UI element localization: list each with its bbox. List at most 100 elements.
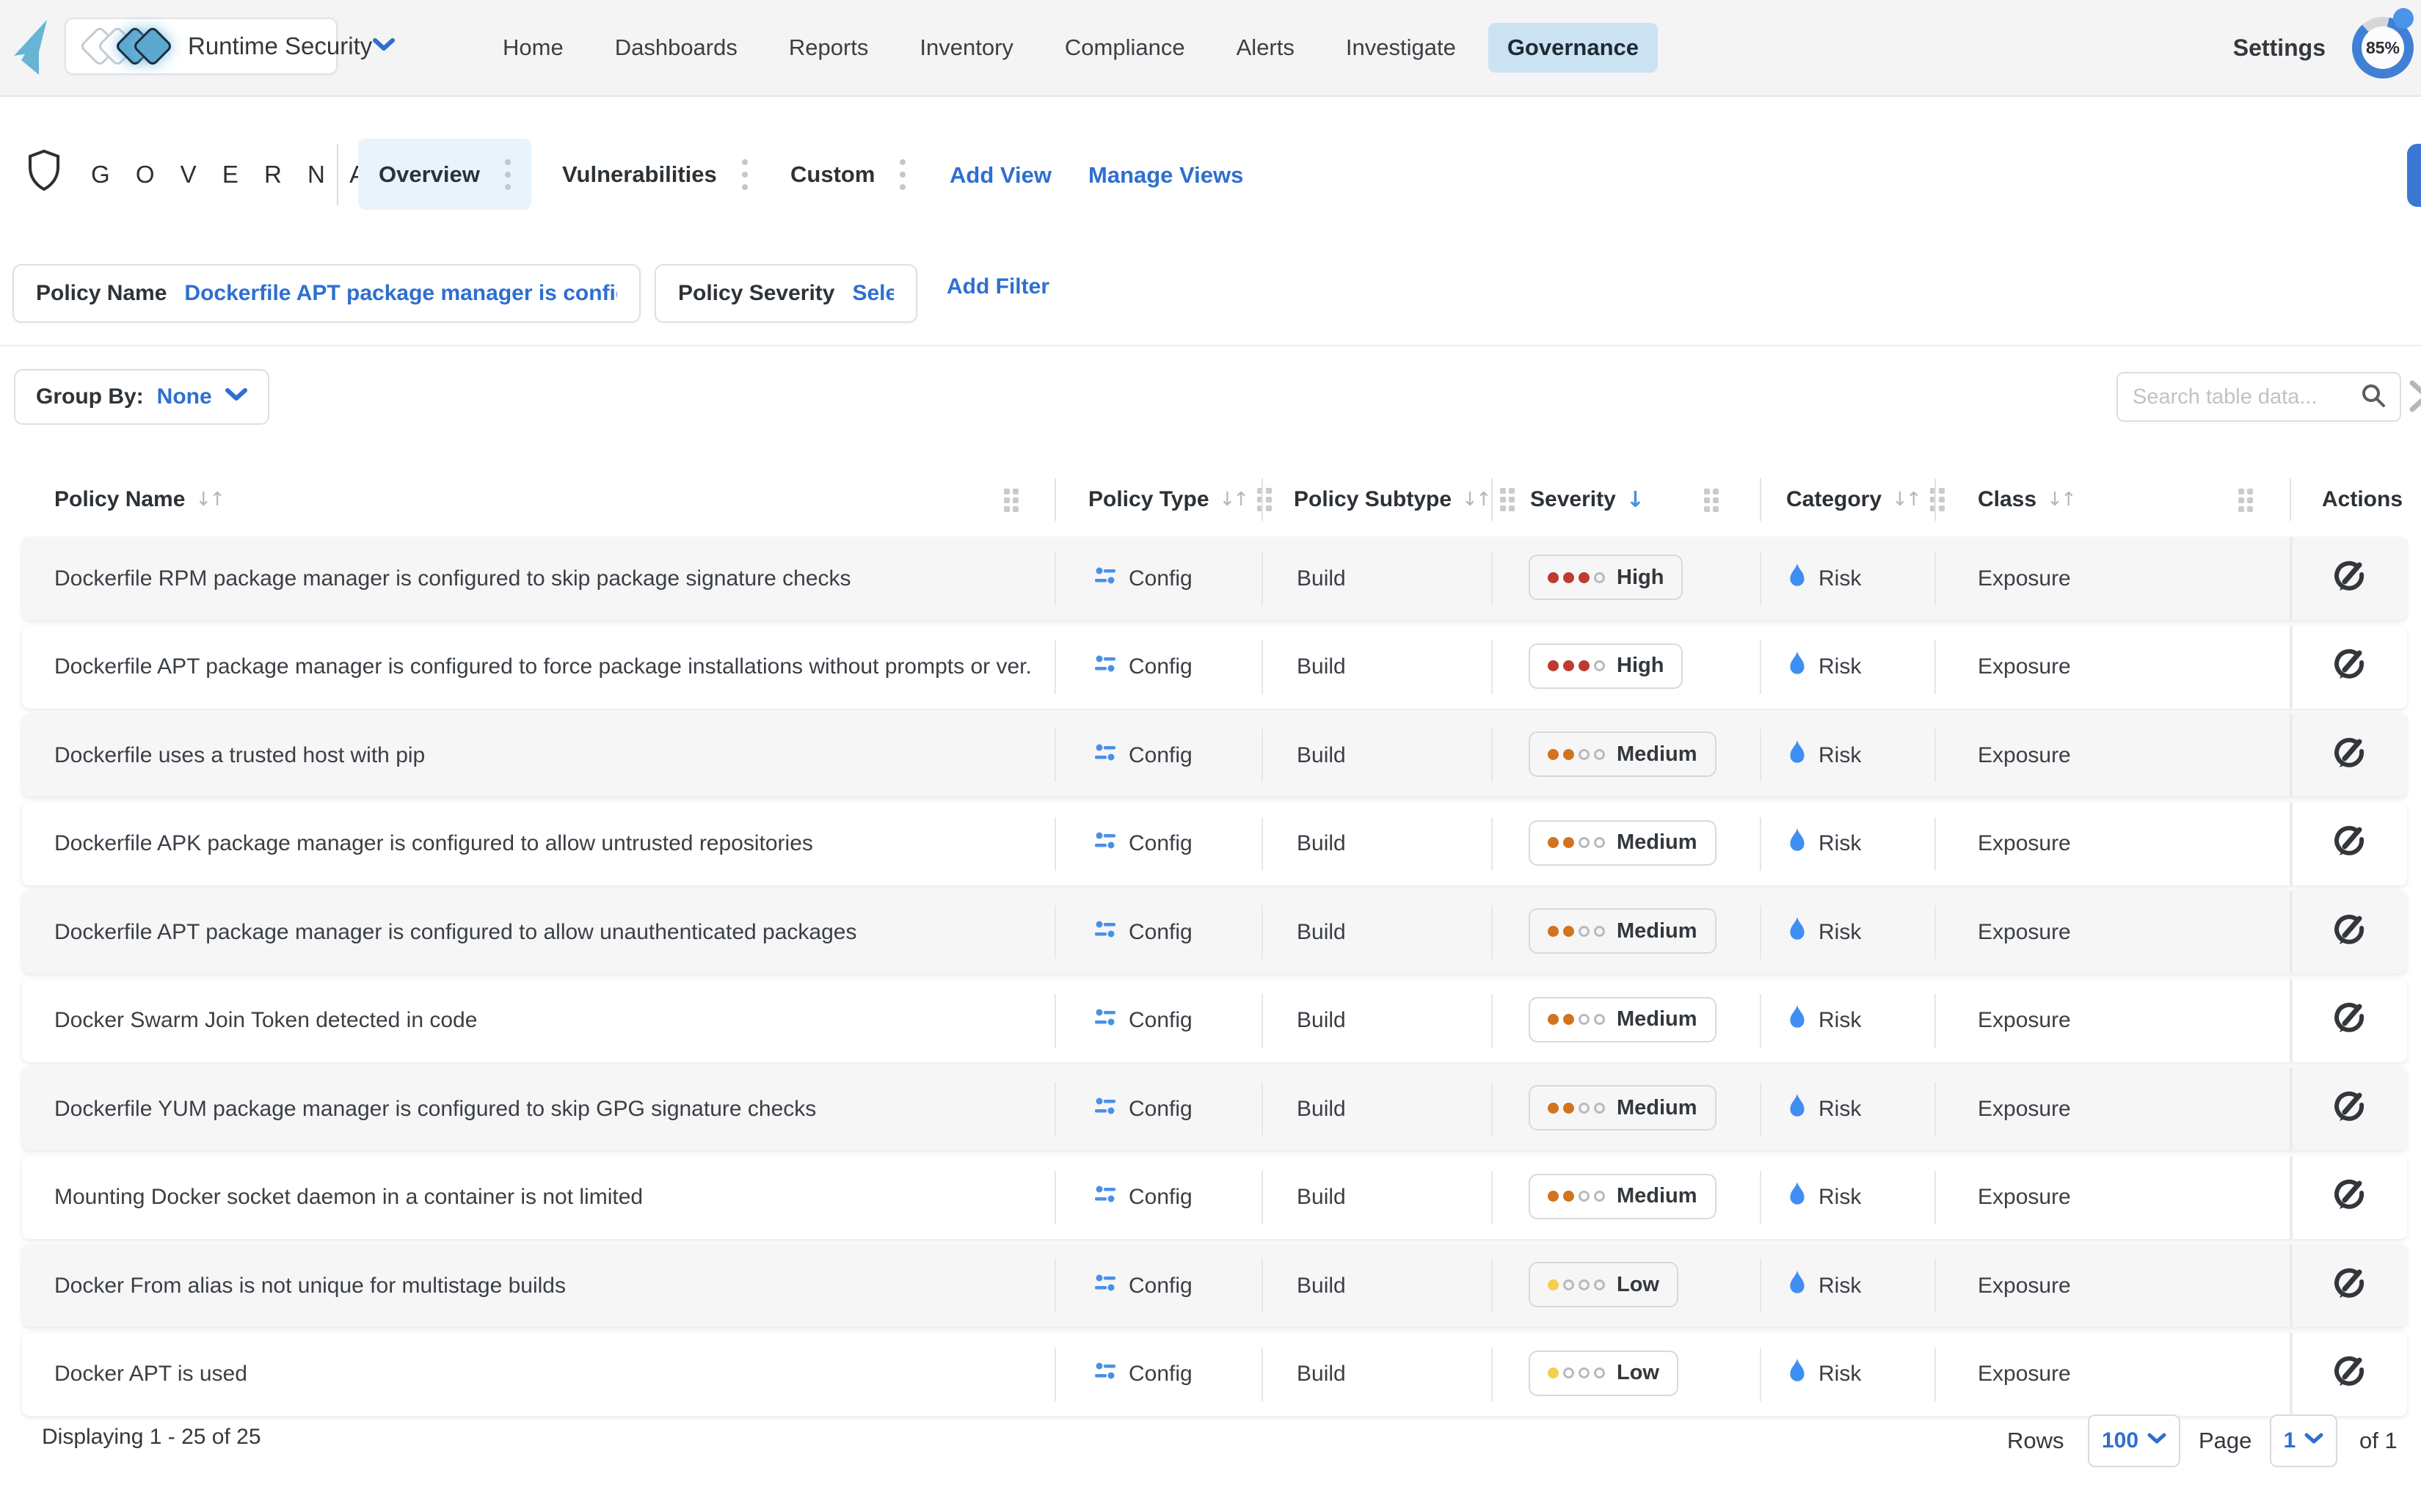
edit-action-icon[interactable] bbox=[2331, 647, 2365, 687]
column-divider bbox=[1262, 1259, 1263, 1312]
tab-overview[interactable]: Overview bbox=[358, 139, 531, 210]
column-header-category[interactable]: Category ↓↑ bbox=[1786, 470, 1945, 530]
column-header-class[interactable]: Class ↓↑ bbox=[1978, 470, 2075, 530]
add-view-link[interactable]: Add View bbox=[950, 162, 1052, 189]
column-header-severity[interactable]: Severity ↓ bbox=[1530, 470, 1645, 530]
policy-type-cell: Config bbox=[1093, 1067, 1193, 1150]
table-row[interactable]: Dockerfile RPM package manager is config… bbox=[22, 537, 2407, 620]
table-row[interactable]: Docker From alias is not unique for mult… bbox=[22, 1244, 2407, 1327]
policy-type-label: Config bbox=[1129, 1274, 1193, 1299]
edit-action-icon[interactable] bbox=[2331, 1354, 2365, 1394]
policy-name-cell[interactable]: Dockerfile APT package manager is config… bbox=[54, 891, 1030, 974]
tab-menu-icon[interactable] bbox=[900, 159, 906, 190]
nav-item-dashboards[interactable]: Dashboards bbox=[596, 23, 757, 73]
severity-dots-icon bbox=[1548, 660, 1605, 671]
policy-name-cell[interactable]: Dockerfile APT package manager is config… bbox=[54, 626, 1030, 709]
nav-item-investigate[interactable]: Investigate bbox=[1327, 23, 1475, 73]
column-drag-handle[interactable] bbox=[1500, 488, 1515, 511]
edit-action-icon[interactable] bbox=[2331, 913, 2365, 952]
search-icon[interactable] bbox=[2360, 382, 2387, 412]
policy-name-filter[interactable]: Policy Name Dockerfile APT package manag… bbox=[12, 264, 641, 323]
config-sliders-icon bbox=[1093, 1095, 1117, 1124]
policy-name-cell[interactable]: Dockerfile RPM package manager is config… bbox=[54, 537, 1030, 620]
sort-icon[interactable]: ↓↑ bbox=[2047, 489, 2075, 511]
policy-type-label: Config bbox=[1129, 1008, 1193, 1033]
column-divider bbox=[1262, 1082, 1263, 1136]
table-row[interactable]: Dockerfile APT package manager is config… bbox=[22, 626, 2407, 709]
edit-action-icon[interactable] bbox=[2331, 1089, 2365, 1129]
column-header-policy-name[interactable]: Policy Name ↓↑ bbox=[54, 470, 223, 530]
column-drag-handle[interactable] bbox=[1704, 489, 1719, 512]
column-drag-handle[interactable] bbox=[2238, 489, 2253, 512]
page-select[interactable]: 1 bbox=[2270, 1414, 2337, 1467]
policy-name-cell[interactable]: Docker APT is used bbox=[54, 1333, 1030, 1416]
tab-menu-icon[interactable] bbox=[505, 159, 511, 190]
edit-action-icon[interactable] bbox=[2331, 824, 2365, 863]
policy-name-cell[interactable]: Dockerfile uses a trusted host with pip bbox=[54, 714, 1030, 797]
sort-icon[interactable]: ↓↑ bbox=[1220, 489, 1248, 511]
table-row[interactable]: Dockerfile APT package manager is config… bbox=[22, 891, 2407, 974]
table-row[interactable]: Dockerfile APK package manager is config… bbox=[22, 803, 2407, 885]
tab-custom[interactable]: Custom bbox=[790, 139, 906, 210]
config-sliders-icon bbox=[1093, 652, 1117, 682]
policy-type-label: Config bbox=[1129, 743, 1193, 768]
policy-severity-filter[interactable]: Policy Severity Select bbox=[655, 264, 917, 323]
column-drag-handle[interactable] bbox=[1004, 489, 1019, 512]
sort-icon[interactable]: ↓↑ bbox=[1892, 489, 1920, 511]
column-drag-handle[interactable] bbox=[1930, 488, 1945, 511]
shield-icon bbox=[26, 149, 62, 195]
nav-item-governance[interactable]: Governance bbox=[1488, 23, 1658, 73]
table-row[interactable]: Docker Swarm Join Token detected in code… bbox=[22, 979, 2407, 1062]
nav-item-compliance[interactable]: Compliance bbox=[1046, 23, 1204, 73]
rows-per-page-select[interactable]: 100 bbox=[2088, 1414, 2180, 1467]
policy-name-filter-value[interactable]: Dockerfile APT package manager is config… bbox=[184, 281, 617, 306]
table-row[interactable]: Dockerfile YUM package manager is config… bbox=[22, 1067, 2407, 1150]
edit-action-icon[interactable] bbox=[2331, 1266, 2365, 1306]
nav-item-reports[interactable]: Reports bbox=[770, 23, 888, 73]
tab-menu-icon[interactable] bbox=[742, 159, 748, 190]
table-row[interactable]: Mounting Docker socket daemon in a conta… bbox=[22, 1156, 2407, 1239]
product-switcher[interactable]: Runtime Security bbox=[65, 18, 338, 75]
brand-logo-icon[interactable] bbox=[13, 19, 48, 80]
group-by-dropdown[interactable]: Group By: None bbox=[14, 369, 269, 425]
sort-icon[interactable]: ↓↑ bbox=[1462, 489, 1490, 511]
policy-severity-filter-value[interactable]: Select bbox=[852, 281, 894, 306]
side-panel-button[interactable] bbox=[2407, 144, 2421, 207]
column-drag-handle[interactable] bbox=[1257, 488, 1272, 511]
manage-views-link[interactable]: Manage Views bbox=[1088, 162, 1243, 189]
nav-item-inventory[interactable]: Inventory bbox=[900, 23, 1033, 73]
rows-label: Rows bbox=[2007, 1428, 2064, 1454]
table-row[interactable]: Dockerfile uses a trusted host with pip … bbox=[22, 714, 2407, 797]
sort-icon[interactable]: ↓↑ bbox=[195, 489, 223, 511]
search-input[interactable] bbox=[2131, 384, 2360, 410]
flame-icon bbox=[1788, 1359, 1807, 1389]
nav-item-alerts[interactable]: Alerts bbox=[1217, 23, 1314, 73]
column-divider bbox=[1934, 1259, 1936, 1312]
edit-action-icon[interactable] bbox=[2331, 1001, 2365, 1040]
tab-vulnerabilities[interactable]: Vulnerabilities bbox=[562, 139, 748, 210]
settings-link[interactable]: Settings bbox=[2233, 0, 2326, 95]
policy-name-cell[interactable]: Docker Swarm Join Token detected in code bbox=[54, 979, 1030, 1062]
edit-action-icon[interactable] bbox=[2331, 736, 2365, 775]
column-header-policy-type[interactable]: Policy Type ↓↑ bbox=[1088, 470, 1272, 530]
nav-item-home[interactable]: Home bbox=[484, 23, 583, 73]
class-cell: Exposure bbox=[1978, 803, 2071, 885]
policy-name-cell[interactable]: Docker From alias is not unique for mult… bbox=[54, 1244, 1030, 1327]
column-header-policy-subtype[interactable]: Policy Subtype ↓↑ bbox=[1294, 470, 1515, 530]
category-cell: Risk bbox=[1788, 537, 1861, 620]
edit-action-icon[interactable] bbox=[2331, 559, 2365, 599]
chevron-down-icon bbox=[2147, 1433, 2166, 1449]
category-cell: Risk bbox=[1788, 891, 1861, 974]
column-header-actions: Actions bbox=[2322, 470, 2403, 530]
policy-name-cell[interactable]: Dockerfile YUM package manager is config… bbox=[54, 1067, 1030, 1150]
policy-type-label: Config bbox=[1129, 920, 1193, 945]
table-row[interactable]: Docker APT is used Config Build Low bbox=[22, 1333, 2407, 1416]
collapse-chevron-icon[interactable] bbox=[2409, 380, 2421, 416]
sort-desc-icon[interactable]: ↓ bbox=[1626, 487, 1645, 513]
column-divider bbox=[1262, 905, 1263, 959]
column-divider bbox=[1760, 552, 1761, 605]
add-filter-link[interactable]: Add Filter bbox=[947, 274, 1049, 299]
policy-name-cell[interactable]: Dockerfile APK package manager is config… bbox=[54, 803, 1030, 885]
policy-name-cell[interactable]: Mounting Docker socket daemon in a conta… bbox=[54, 1156, 1030, 1239]
edit-action-icon[interactable] bbox=[2331, 1177, 2365, 1217]
